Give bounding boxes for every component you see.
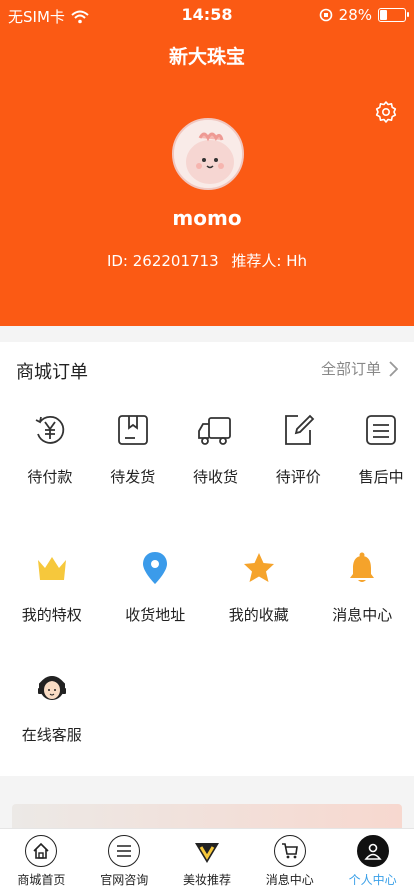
tab-mall-home[interactable]: 商城首页: [0, 829, 83, 896]
order-pending-review[interactable]: 待评价: [265, 412, 331, 487]
tab-beauty-recommend[interactable]: 美妆推荐: [166, 829, 249, 896]
user-icon: [356, 835, 389, 867]
shipping-address-item[interactable]: 收货地址: [104, 550, 208, 670]
status-bar: 无SIM卡 14:58 28%: [0, 0, 414, 30]
referrer: 推荐人: Hh: [231, 252, 308, 270]
truck-icon: [198, 417, 232, 445]
section-title: 商城订单: [16, 362, 88, 383]
edit-icon: [285, 414, 315, 445]
customer-service-icon: [33, 670, 70, 706]
mall-orders-section: 商城订单 全部订单 待付款 待发货 待收货 待评价 售后中: [0, 342, 414, 522]
bottom-tab-bar: 商城首页 官网咨询 美妆推荐 消息中心 个人中心: [0, 828, 414, 896]
battery-icon: [378, 8, 409, 22]
yen-circle-icon: [35, 415, 65, 444]
bell-icon: [350, 552, 375, 582]
page-title: 新大珠宝: [168, 46, 245, 68]
package-icon: [117, 415, 148, 445]
online-customer-service-item[interactable]: 在线客服: [0, 670, 104, 790]
list-icon: [366, 415, 396, 445]
my-privileges-item[interactable]: 我的特权: [0, 550, 104, 670]
order-after-sales[interactable]: 售后中: [348, 412, 414, 487]
gear-icon[interactable]: [374, 100, 398, 124]
orientation-lock-icon: [319, 8, 332, 22]
user-id: ID: 262201713: [106, 252, 219, 270]
services-section: 我的特权 收货地址 我的收藏 消息中心 在线客服: [0, 522, 414, 776]
v-logo-icon: [191, 835, 223, 867]
all-orders-link[interactable]: 全部订单: [321, 358, 398, 379]
user-info: ID: 262201713 推荐人: Hh: [0, 250, 414, 271]
tab-official-consult[interactable]: 官网咨询: [83, 829, 166, 896]
banner-area: [0, 776, 414, 834]
profile-header: 无SIM卡 14:58 28% 新大珠宝 momo ID: 262201713 …: [0, 0, 414, 326]
order-pending-shipment[interactable]: 待发货: [100, 412, 166, 487]
crown-icon: [37, 557, 66, 580]
order-pending-receipt[interactable]: 待收货: [183, 412, 249, 487]
avatar[interactable]: [172, 118, 244, 190]
tab-personal-center[interactable]: 个人中心: [331, 829, 414, 896]
menu-icon: [108, 835, 141, 867]
username: momo: [172, 206, 242, 230]
location-pin-icon: [143, 552, 168, 584]
home-icon: [25, 835, 58, 867]
tab-message-center[interactable]: 消息中心: [248, 829, 331, 896]
my-favorites-item[interactable]: 我的收藏: [207, 550, 311, 670]
chevron-right-icon: [389, 360, 398, 377]
battery-percent: 28%: [338, 6, 372, 24]
message-center-item[interactable]: 消息中心: [311, 550, 414, 670]
cart-icon: [273, 835, 306, 867]
order-pending-payment[interactable]: 待付款: [17, 412, 83, 487]
star-icon: [243, 553, 274, 582]
